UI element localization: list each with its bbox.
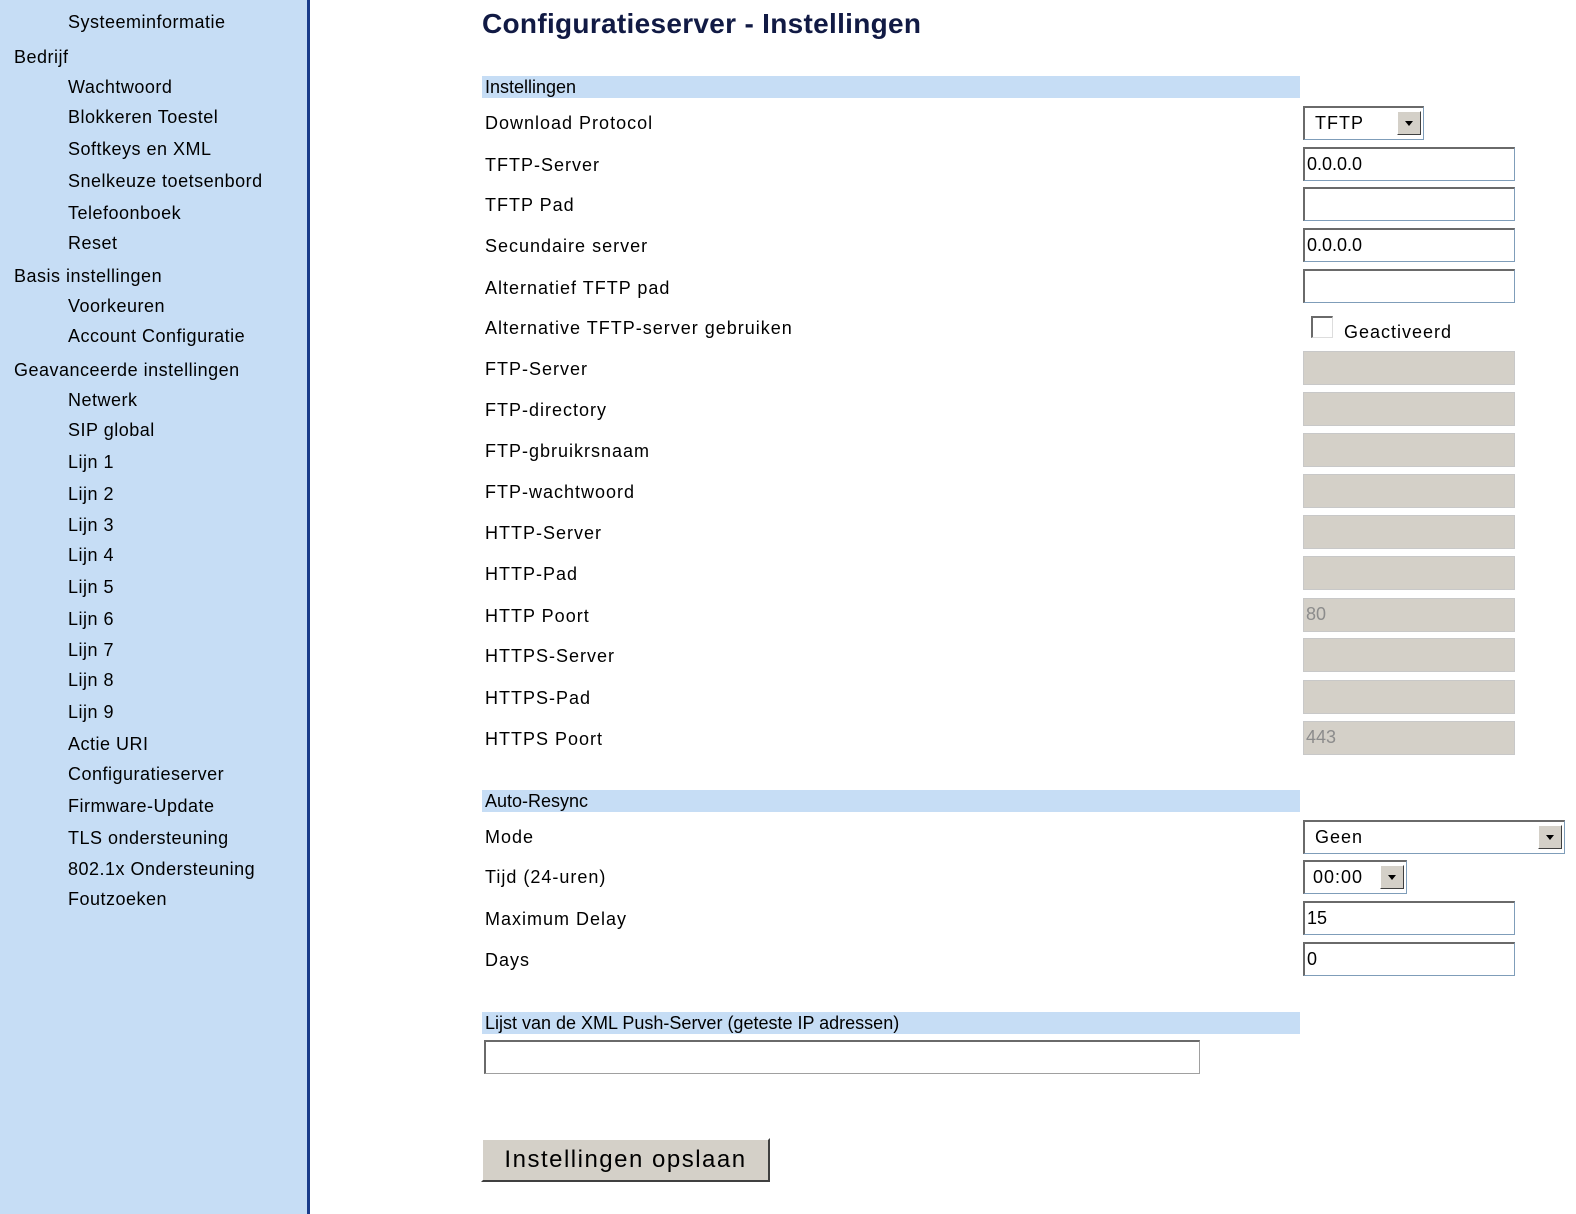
secondary-server-input[interactable]: 0.0.0.0 — [1303, 228, 1515, 262]
download-protocol-select[interactable]: TFTP — [1303, 106, 1424, 140]
ftp-password-input — [1303, 474, 1515, 508]
xml-push-server-input[interactable] — [484, 1040, 1200, 1074]
tftp-path-label: TFTP Pad — [485, 195, 575, 215]
chevron-down-icon[interactable] — [1380, 865, 1404, 889]
page-title: Configuratieserver - Instellingen — [482, 8, 922, 39]
chevron-down-icon[interactable] — [1538, 825, 1562, 849]
time-value: 00:00 — [1313, 867, 1364, 887]
http-path-label: HTTP-Pad — [485, 564, 579, 584]
http-port-input: 80 — [1303, 598, 1515, 632]
alt-tftp-server-checkbox-label[interactable]: Geactiveerd — [1344, 322, 1452, 343]
main-content: Configuratieserver - Instellingen Instel… — [0, 0, 1576, 1214]
tftp-server-label: TFTP-Server — [485, 155, 601, 175]
ftp-username-label: FTP-gbruikrsnaam — [485, 441, 651, 461]
https-path-label: HTTPS-Pad — [485, 688, 592, 708]
alt-tftp-server-label: Alternative TFTP-server gebruiken — [485, 318, 793, 338]
http-server-label: HTTP-Server — [485, 523, 603, 543]
mode-label: Mode — [485, 827, 535, 847]
https-port-input: 443 — [1303, 721, 1515, 755]
mode-select[interactable]: Geen — [1303, 820, 1565, 854]
ftp-server-label: FTP-Server — [485, 359, 589, 379]
section-header-settings: Instellingen — [482, 76, 1300, 98]
https-server-input — [1303, 638, 1515, 672]
download-protocol-label: Download Protocol — [485, 113, 654, 133]
days-input[interactable]: 0 — [1303, 942, 1515, 976]
http-server-input — [1303, 515, 1515, 549]
alt-tftp-path-label: Alternatief TFTP pad — [485, 278, 671, 298]
ftp-password-label: FTP-wachtwoord — [485, 482, 636, 502]
time-select[interactable]: 00:00 — [1303, 860, 1407, 894]
ftp-username-input — [1303, 433, 1515, 467]
tftp-server-input[interactable]: 0.0.0.0 — [1303, 147, 1515, 181]
ftp-directory-label: FTP-directory — [485, 400, 608, 420]
download-protocol-value: TFTP — [1315, 113, 1364, 133]
save-settings-button[interactable]: Instellingen opslaan — [481, 1138, 770, 1182]
mode-value: Geen — [1315, 827, 1364, 847]
alt-tftp-path-input[interactable] — [1303, 269, 1515, 303]
https-server-label: HTTPS-Server — [485, 646, 616, 666]
ftp-server-input — [1303, 351, 1515, 385]
tftp-path-input[interactable] — [1303, 187, 1515, 221]
https-path-input — [1303, 680, 1515, 714]
alt-tftp-server-checkbox[interactable] — [1311, 316, 1333, 338]
chevron-down-icon[interactable] — [1397, 111, 1421, 135]
max-delay-label: Maximum Delay — [485, 909, 628, 929]
secondary-server-label: Secundaire server — [485, 236, 649, 256]
http-path-input — [1303, 556, 1515, 590]
days-label: Days — [485, 950, 531, 970]
http-port-label: HTTP Poort — [485, 606, 590, 626]
max-delay-input[interactable]: 15 — [1303, 901, 1515, 935]
section-header-auto-resync: Auto-Resync — [482, 790, 1300, 812]
https-port-label: HTTPS Poort — [485, 729, 604, 749]
section-header-xml-push: Lijst van de XML Push-Server (geteste IP… — [482, 1012, 1300, 1034]
time-label: Tijd (24-uren) — [485, 867, 607, 887]
ftp-directory-input — [1303, 392, 1515, 426]
